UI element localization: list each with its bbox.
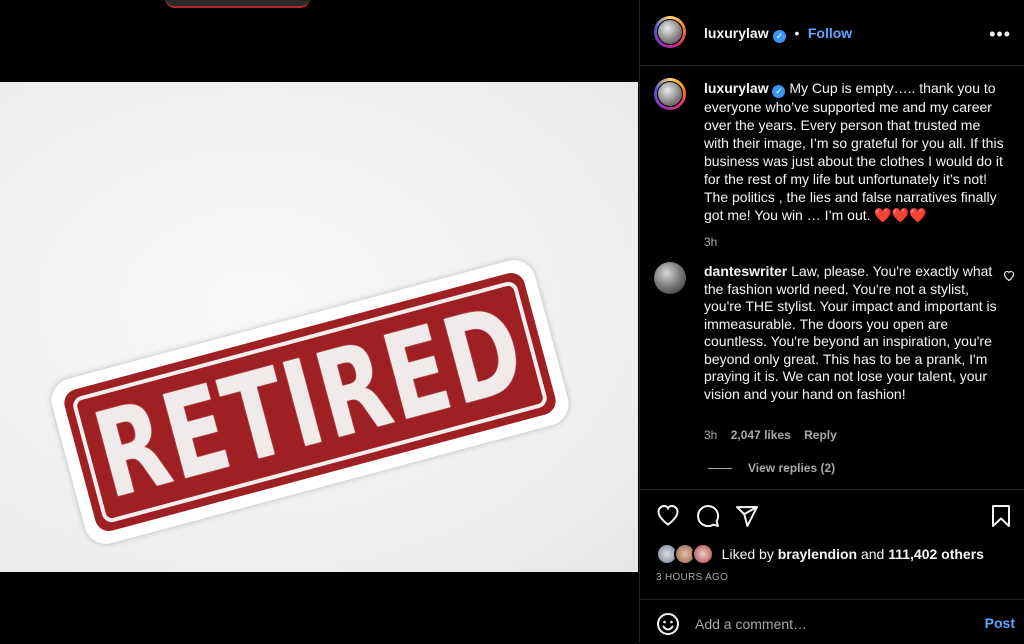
view-replies-label: View replies (2) (748, 461, 836, 475)
verified-badge-icon: ✓ (772, 85, 786, 98)
verified-badge-icon: ✓ (773, 30, 787, 43)
comment-icon[interactable] (696, 504, 720, 533)
car-image-fragment (165, 0, 310, 8)
liked-by-text: Liked by braylendion and 111,402 others (722, 546, 984, 562)
liked-by-row: Liked by braylendion and 111,402 others (656, 543, 984, 565)
avatar[interactable] (654, 16, 686, 48)
share-icon[interactable] (735, 504, 759, 533)
liked-by-others[interactable]: 111,402 others (888, 546, 984, 562)
post-actions: Liked by braylendion and 111,402 others … (640, 489, 1024, 600)
post-header: luxurylaw ✓ • Follow ••• (640, 0, 1024, 66)
comment-like-icon[interactable] (1003, 270, 1015, 284)
comment-input[interactable]: Add a comment… (695, 616, 807, 632)
comment-likes[interactable]: 2,047 likes (731, 428, 791, 442)
header-user-row: luxurylaw ✓ • Follow (704, 25, 852, 43)
bookmark-icon[interactable] (991, 504, 1011, 533)
media-bottom-bar (0, 572, 638, 643)
caption-text: My Cup is empty….. thank you to everyone… (704, 80, 1004, 223)
more-options-icon[interactable]: ••• (989, 24, 1011, 45)
comment-meta: 3h 2,047 likes Reply (704, 428, 847, 442)
header-separator: • (794, 25, 800, 41)
liked-by-user[interactable]: braylendion (778, 546, 857, 562)
comment-item: danteswriter Law, please. You're exactly… (704, 263, 1004, 403)
liked-by-prefix: Liked by (721, 546, 774, 562)
sticker-text: RETIRED (81, 278, 539, 526)
comment-time[interactable]: 3h (704, 428, 717, 442)
comment-avatar[interactable] (654, 262, 686, 294)
comment-username[interactable]: danteswriter (704, 263, 787, 279)
caption-avatar[interactable] (654, 78, 686, 110)
post-image[interactable]: RETIRED (0, 82, 638, 572)
liked-by-and: and (860, 546, 885, 562)
comment-text: Law, please. You're exactly what the fas… (704, 263, 997, 402)
reply-button[interactable]: Reply (804, 428, 837, 442)
replies-line (708, 468, 732, 470)
emoji-icon[interactable] (656, 612, 680, 641)
add-comment-bar: Add a comment… Post (640, 599, 1024, 644)
heart-icon[interactable] (656, 504, 680, 531)
post-button[interactable]: Post (985, 615, 1015, 631)
follow-button[interactable]: Follow (808, 25, 852, 41)
header-username[interactable]: luxurylaw (704, 25, 769, 41)
caption: luxurylaw ✓ My Cup is empty….. thank you… (704, 79, 1009, 251)
media-top-crop (0, 0, 638, 82)
liker-avatar[interactable] (691, 543, 714, 565)
caption-username[interactable]: luxurylaw (704, 80, 769, 96)
view-replies-button[interactable]: View replies (2) (708, 461, 835, 475)
sticker-plate: RETIRED (61, 269, 559, 535)
post-time[interactable]: 3 HOURS AGO (656, 572, 728, 583)
caption-time[interactable]: 3h (704, 233, 1009, 251)
retired-sticker: RETIRED (46, 255, 574, 549)
post-side-panel: luxurylaw ✓ • Follow ••• luxurylaw ✓ My … (639, 0, 1024, 643)
